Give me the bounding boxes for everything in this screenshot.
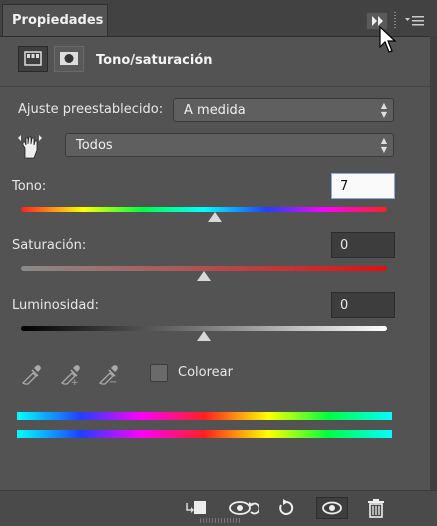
saturation-label: Saturación:: [12, 238, 87, 253]
updown-arrows-icon: ▲ ▼: [380, 136, 387, 154]
adjustment-title: Tono/saturación: [96, 53, 213, 68]
saturation-slider-thumb[interactable]: [197, 271, 211, 281]
mask-mode-button[interactable]: [54, 46, 84, 72]
mask-icon: [60, 52, 78, 65]
preset-label: Ajuste preestablecido:: [18, 102, 164, 117]
clip-to-layer-icon[interactable]: [183, 497, 209, 519]
eyedropper-plus-icon[interactable]: +: [59, 362, 81, 388]
lightness-label: Luminosidad:: [12, 298, 99, 313]
output-color-bar: [17, 430, 392, 438]
saturation-input[interactable]: 0: [331, 232, 395, 258]
hue-label: Tono:: [12, 179, 47, 194]
hue-slider-track[interactable]: [21, 207, 387, 212]
properties-panel: Propiedades Tono/saturación Ajuste prees…: [0, 0, 437, 526]
targeted-adjustment-hand-icon[interactable]: [16, 132, 44, 160]
svg-text:−: −: [109, 377, 117, 386]
panel-tab-bar: Propiedades: [0, 0, 437, 37]
adjustment-icon: [24, 51, 42, 66]
hue-slider-thumb[interactable]: [207, 212, 222, 222]
updown-arrows-icon: ▲ ▼: [380, 101, 387, 119]
channel-select[interactable]: Todos ▲ ▼: [65, 133, 394, 157]
preset-value: A medida: [184, 103, 246, 118]
header-divider: [0, 86, 430, 87]
preset-select[interactable]: A medida ▲ ▼: [173, 98, 394, 122]
reset-icon[interactable]: [273, 497, 299, 519]
hue-value: 7: [340, 179, 349, 194]
svg-text:+: +: [71, 378, 79, 386]
eyedropper-icon[interactable]: [20, 362, 42, 386]
lightness-value: 0: [340, 298, 349, 313]
saturation-value: 0: [340, 238, 349, 253]
colorize-checkbox[interactable]: [150, 364, 168, 382]
adjustment-mode-button[interactable]: [18, 46, 48, 72]
hue-input[interactable]: 7: [331, 173, 395, 199]
lightness-input[interactable]: 0: [331, 292, 395, 318]
lightness-slider-thumb[interactable]: [197, 331, 211, 341]
tab-properties-label: Propiedades: [12, 13, 104, 28]
toggle-visibility-icon[interactable]: [316, 497, 348, 519]
tab-properties[interactable]: Propiedades: [2, 4, 108, 36]
adjustment-header: Tono/saturación: [0, 36, 437, 86]
panel-menu-icon[interactable]: [403, 12, 427, 30]
panel-scroll-edge: [430, 36, 437, 490]
input-color-bar: [17, 412, 392, 420]
colorize-label: Colorear: [178, 365, 233, 380]
resize-grip[interactable]: [200, 518, 240, 523]
view-previous-state-icon[interactable]: [227, 497, 261, 519]
channel-value: Todos: [76, 138, 113, 153]
eyedropper-minus-icon[interactable]: −: [97, 362, 119, 388]
trash-icon[interactable]: [363, 497, 389, 519]
